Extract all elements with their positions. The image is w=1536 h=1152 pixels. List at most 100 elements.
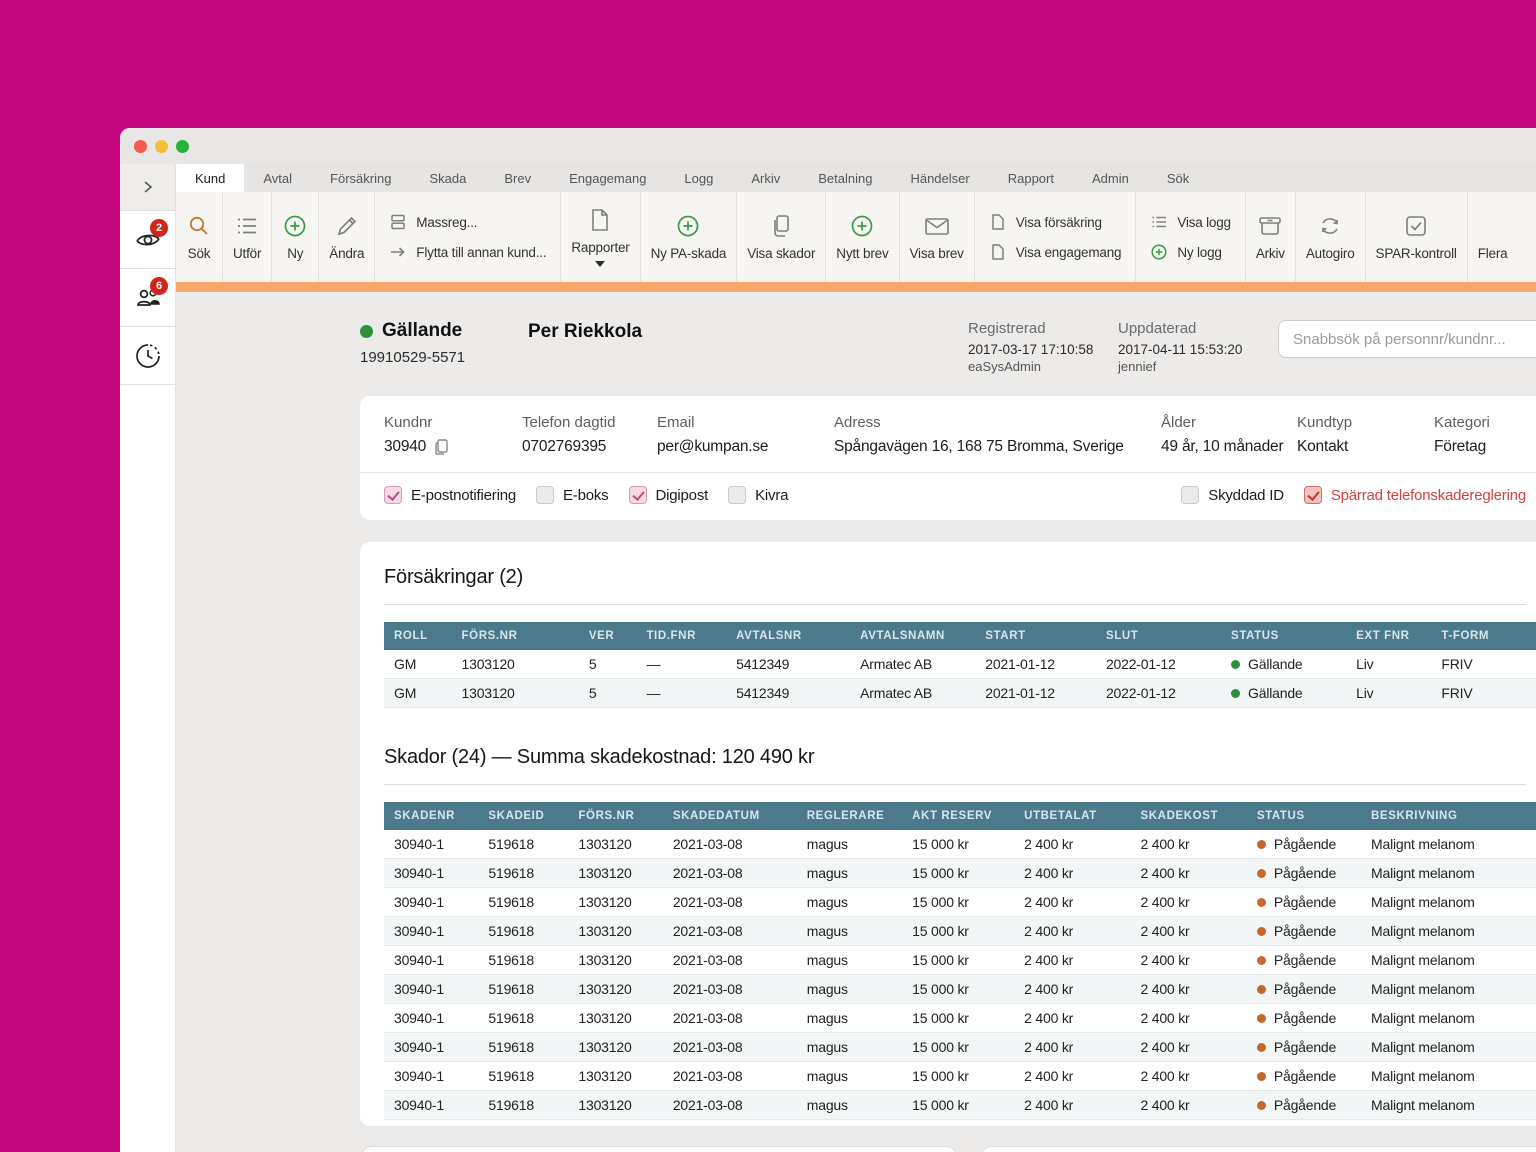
- rapporter-button[interactable]: Rapporter: [561, 192, 641, 282]
- tab-logg[interactable]: Logg: [665, 164, 732, 192]
- column-header[interactable]: SKADEKOD: [1531, 802, 1536, 830]
- sidebar-item-watch[interactable]: 2: [120, 211, 175, 269]
- column-header[interactable]: AVTALSNAMN: [850, 622, 976, 650]
- table-row[interactable]: 30940-151961813031202021-03-08magus15 00…: [384, 1032, 1536, 1062]
- visa-logg-button[interactable]: Visa logg: [1150, 213, 1231, 231]
- table-row[interactable]: 30940-151961813031202021-03-08magus15 00…: [384, 830, 1536, 859]
- sok-button[interactable]: Sök: [176, 192, 223, 282]
- table-cell: 15 000 kr: [902, 830, 1015, 859]
- checkbox-sparrad-telefonskadereglering[interactable]: Spärrad telefonskadereglering: [1303, 486, 1526, 504]
- column-header[interactable]: T-FORM: [1431, 622, 1536, 650]
- customer-header: Gällande 19910529-5571 Per Riekkola Regi…: [360, 320, 1536, 374]
- tab-avtal[interactable]: Avtal: [244, 164, 311, 192]
- table-cell: 2021-03-08: [662, 858, 797, 888]
- column-header[interactable]: AKT RESERV: [902, 802, 1015, 830]
- tab-brev[interactable]: Brev: [485, 164, 550, 192]
- visa-forsakring-button[interactable]: Visa försäkring: [989, 213, 1102, 231]
- table-row[interactable]: 30940-151961813031202021-03-08magus15 00…: [384, 858, 1536, 888]
- column-header[interactable]: EXT FNR: [1346, 622, 1432, 650]
- visa-engagemang-button[interactable]: Visa engagemang: [989, 243, 1122, 261]
- tab-arkiv[interactable]: Arkiv: [732, 164, 799, 192]
- status-dot-icon: [1256, 1101, 1266, 1110]
- column-header[interactable]: TID.FNR: [636, 622, 727, 650]
- table-row[interactable]: GM 1303120 5—5412349 Armatec AB 2021-01-12 20…: [384, 678, 1536, 708]
- ny-pa-skada-button[interactable]: Ny PA-skada: [641, 192, 738, 282]
- table-cell: 2021-01-12: [975, 678, 1096, 708]
- checkbox-skyddad-id[interactable]: Skyddad ID: [1181, 486, 1284, 504]
- column-header[interactable]: SKADEDATUM: [662, 802, 797, 830]
- table-row[interactable]: 30940-151961813031202021-03-08magus15 00…: [384, 1090, 1536, 1120]
- column-header[interactable]: ROLL: [384, 622, 452, 650]
- minimize-button[interactable]: [155, 139, 168, 153]
- tab-kund[interactable]: Kund: [176, 164, 245, 192]
- zoom-button[interactable]: [176, 139, 189, 153]
- tab-engagemang[interactable]: Engagemang: [550, 164, 665, 192]
- tab-handelser[interactable]: Händelser: [891, 164, 988, 192]
- tab-admin[interactable]: Admin: [1073, 164, 1148, 192]
- table-cell: 2 400 kr: [1014, 1119, 1131, 1126]
- table-row[interactable]: 30940-151961813031202021-03-08magus15 00…: [384, 945, 1536, 975]
- table-cell: 5: [578, 678, 637, 708]
- copy-icon[interactable]: [434, 438, 450, 456]
- column-header[interactable]: SKADEID: [478, 802, 569, 830]
- tab-sok[interactable]: Sök: [1148, 164, 1208, 192]
- ny-button[interactable]: Ny: [272, 192, 320, 282]
- tab-betalning[interactable]: Betalning: [799, 164, 891, 192]
- column-header[interactable]: FÖRS.NR: [568, 802, 663, 830]
- tab-skada[interactable]: Skada: [410, 164, 485, 192]
- column-header[interactable]: SKADEKOST: [1130, 802, 1247, 830]
- column-header[interactable]: FÖRS.NR: [451, 622, 579, 650]
- column-header[interactable]: VER: [578, 622, 637, 650]
- spar-kontroll-button[interactable]: SPAR-kontroll: [1366, 192, 1468, 282]
- column-header[interactable]: STATUS: [1221, 622, 1347, 650]
- table-cell: Pågående: [1246, 974, 1362, 1004]
- arkiv-button[interactable]: Arkiv: [1246, 192, 1296, 282]
- tab-forsakring[interactable]: Försäkring: [311, 164, 410, 192]
- table-row[interactable]: 30940-151961813031202021-03-08magus15 00…: [384, 887, 1536, 917]
- table-cell: 1303120: [568, 945, 663, 975]
- archive-icon: [1256, 213, 1284, 239]
- checkbox-digipost[interactable]: Digipost: [628, 486, 708, 504]
- table-cell: PrivatAccess...: [1531, 1119, 1536, 1126]
- checkbox-epostnotifiering[interactable]: E-postnotifiering: [384, 486, 516, 504]
- tab-rapport[interactable]: Rapport: [989, 164, 1073, 192]
- column-header[interactable]: STATUS: [1246, 802, 1362, 830]
- visa-skador-button[interactable]: Visa skador: [737, 192, 827, 282]
- utfor-button[interactable]: Utför: [223, 192, 273, 282]
- table-row[interactable]: 30940-151961813031202021-03-08magus15 00…: [384, 1061, 1536, 1091]
- sidebar-expand-button[interactable]: [120, 164, 175, 211]
- table-row[interactable]: 30940-151961813031202021-03-08magus15 00…: [384, 916, 1536, 946]
- table-cell: 519618: [478, 974, 569, 1004]
- column-header[interactable]: SKADENR: [384, 802, 479, 830]
- checkbox-kivra[interactable]: Kivra: [728, 486, 788, 504]
- nytt-brev-button[interactable]: Nytt brev: [826, 192, 900, 282]
- column-header[interactable]: START: [975, 622, 1096, 650]
- quick-search-input[interactable]: [1278, 320, 1536, 358]
- table-cell: 1303120: [568, 1090, 663, 1120]
- close-button[interactable]: [134, 139, 147, 153]
- status-dot-icon: [360, 324, 373, 338]
- table-cell: FRIV: [1431, 650, 1536, 679]
- sidebar-item-history[interactable]: [120, 327, 175, 385]
- table-row[interactable]: GM 1303120 5—5412349 Armatec AB 2021-01-12 20…: [384, 650, 1536, 679]
- sidebar-item-customers[interactable]: 6: [120, 269, 175, 327]
- column-header[interactable]: SLUT: [1095, 622, 1222, 650]
- flera-button[interactable]: Flera: [1468, 192, 1536, 282]
- autogiro-button[interactable]: Autogiro: [1296, 192, 1366, 282]
- table-cell: Malignt melanom: [1361, 1090, 1532, 1120]
- visa-brev-button[interactable]: Visa brev: [900, 192, 975, 282]
- column-header[interactable]: AVTALSNR: [726, 622, 851, 650]
- flytta-button[interactable]: Flytta till annan kund...: [389, 243, 547, 261]
- status-dot-icon: [1256, 1043, 1266, 1052]
- ny-logg-button[interactable]: Ny logg: [1150, 243, 1222, 261]
- table-cell: 2 400 kr: [1014, 858, 1131, 888]
- checkbox-eboks[interactable]: E-boks: [536, 486, 609, 504]
- column-header[interactable]: REGLERARE: [796, 802, 903, 830]
- massreg-button[interactable]: Massreg...: [389, 213, 478, 231]
- table-row[interactable]: 30940-151961813031202021-03-08magus15 00…: [384, 974, 1536, 1004]
- column-header[interactable]: BESKRIVNING: [1361, 802, 1532, 830]
- column-header[interactable]: UTBETALAT: [1014, 802, 1131, 830]
- andra-button[interactable]: Ändra: [319, 192, 376, 282]
- table-row[interactable]: 30940-151961813031202021-03-08magus15 00…: [384, 1003, 1536, 1033]
- table-row[interactable]: 30940-151961813031202021-03-08magus15 00…: [384, 1119, 1536, 1126]
